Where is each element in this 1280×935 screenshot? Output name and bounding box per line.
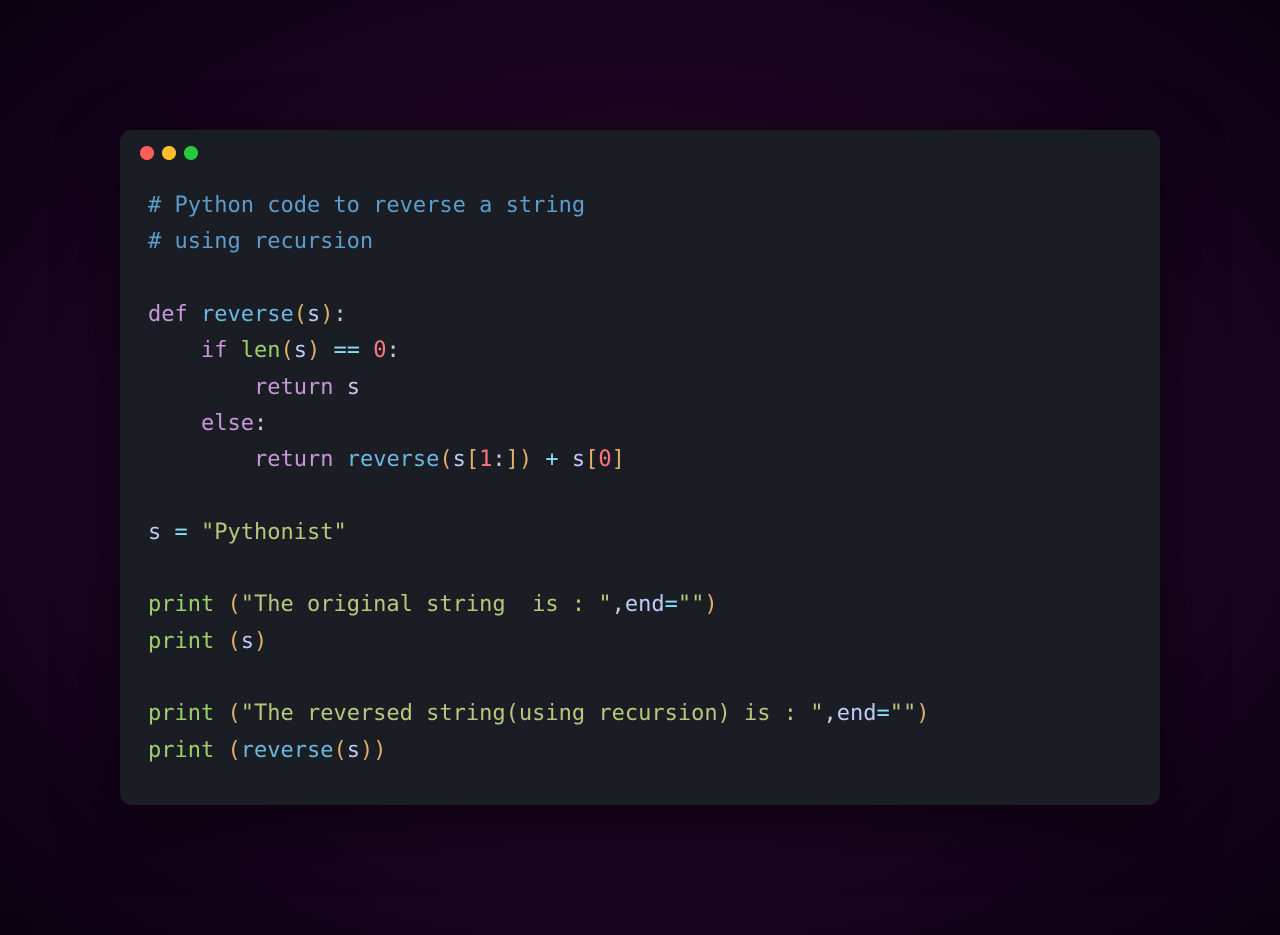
- code-line: if len(s) == 0:: [148, 333, 1132, 369]
- code-line: def reverse(s):: [148, 297, 1132, 333]
- comma: ,: [612, 592, 625, 617]
- paren: (: [280, 338, 293, 363]
- paren: (: [227, 592, 240, 617]
- operator: =: [175, 520, 188, 545]
- paren: ): [704, 592, 717, 617]
- number: 1: [479, 447, 492, 472]
- paren: (: [227, 629, 240, 654]
- keyword-def: def: [148, 302, 188, 327]
- operator: =: [877, 701, 890, 726]
- string: "": [890, 701, 917, 726]
- code-line: print (reverse(s)): [148, 733, 1132, 769]
- bracket: [: [585, 447, 598, 472]
- paren: (: [294, 302, 307, 327]
- comment: # Python code to reverse a string: [148, 193, 585, 218]
- comment: # using recursion: [148, 229, 373, 254]
- builtin-print: print: [148, 738, 214, 763]
- string: "The original string is : ": [241, 592, 612, 617]
- code-line: print ("The reversed string(using recurs…: [148, 696, 1132, 732]
- code-window: # Python code to reverse a string # usin…: [120, 130, 1160, 805]
- builtin-len: len: [241, 338, 281, 363]
- string: "": [678, 592, 705, 617]
- code-line: print ("The original string is : ",end="…: [148, 587, 1132, 623]
- keyword-else: else: [201, 411, 254, 436]
- bracket: ]: [612, 447, 625, 472]
- paren: ): [307, 338, 320, 363]
- code-line: [148, 551, 1132, 587]
- operator: ==: [333, 338, 360, 363]
- paren: (: [439, 447, 452, 472]
- identifier: s: [307, 302, 320, 327]
- paren: ): [916, 701, 929, 726]
- code-line: # Python code to reverse a string: [148, 188, 1132, 224]
- bracket: ]: [506, 447, 519, 472]
- paren: ): [320, 302, 333, 327]
- identifier: s: [453, 447, 466, 472]
- number: 0: [598, 447, 611, 472]
- identifier: s: [294, 338, 307, 363]
- code-line: print (s): [148, 624, 1132, 660]
- bracket: [: [466, 447, 479, 472]
- paren: ): [360, 738, 373, 763]
- minimize-icon[interactable]: [162, 146, 176, 160]
- paren: (: [333, 738, 346, 763]
- colon: :: [333, 302, 346, 327]
- maximize-icon[interactable]: [184, 146, 198, 160]
- builtin-print: print: [148, 629, 214, 654]
- keyword-return: return: [254, 447, 333, 472]
- keyword-if: if: [201, 338, 228, 363]
- string: "Pythonist": [201, 520, 347, 545]
- colon: :: [386, 338, 399, 363]
- close-icon[interactable]: [140, 146, 154, 160]
- builtin-print: print: [148, 701, 214, 726]
- paren: ): [254, 629, 267, 654]
- title-bar: [120, 130, 1160, 176]
- function-call: reverse: [241, 738, 334, 763]
- code-line: [148, 660, 1132, 696]
- operator: +: [545, 447, 558, 472]
- number: 0: [373, 338, 386, 363]
- colon: :: [254, 411, 267, 436]
- code-content: # Python code to reverse a string # usin…: [120, 176, 1160, 805]
- colon: :: [492, 447, 505, 472]
- code-line: return reverse(s[1:]) + s[0]: [148, 442, 1132, 478]
- code-line: # using recursion: [148, 224, 1132, 260]
- keyword-return: return: [254, 375, 333, 400]
- code-line: s = "Pythonist": [148, 515, 1132, 551]
- paren: ): [373, 738, 386, 763]
- comma: ,: [824, 701, 837, 726]
- builtin-print: print: [148, 592, 214, 617]
- code-line: [148, 479, 1132, 515]
- function-call: reverse: [347, 447, 440, 472]
- identifier: s: [241, 629, 254, 654]
- identifier: s: [148, 520, 161, 545]
- function-name: reverse: [201, 302, 294, 327]
- identifier: s: [347, 375, 360, 400]
- code-line: else:: [148, 406, 1132, 442]
- string: "The reversed string(using recursion) is…: [241, 701, 824, 726]
- identifier: s: [347, 738, 360, 763]
- paren: ): [519, 447, 532, 472]
- paren: (: [227, 738, 240, 763]
- identifier: s: [572, 447, 585, 472]
- code-line: [148, 261, 1132, 297]
- identifier: end: [625, 592, 665, 617]
- identifier: end: [837, 701, 877, 726]
- operator: =: [665, 592, 678, 617]
- code-line: return s: [148, 370, 1132, 406]
- paren: (: [227, 701, 240, 726]
